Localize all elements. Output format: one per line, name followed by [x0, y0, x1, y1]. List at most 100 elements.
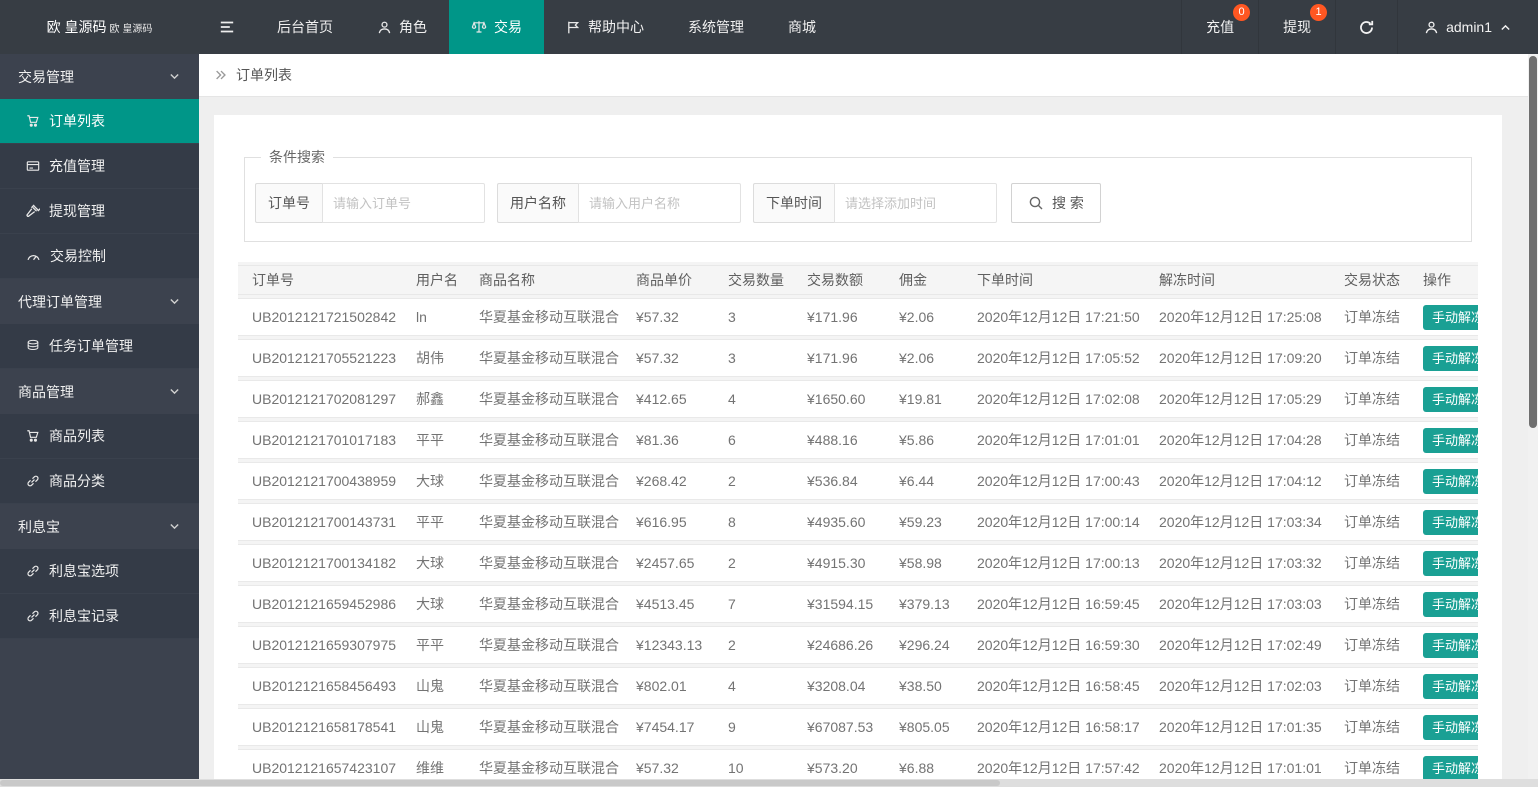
cell-qty: 6 [714, 421, 793, 459]
manual-unfreeze-button[interactable]: 手动解冻 [1423, 632, 1478, 658]
manual-unfreeze-button[interactable]: 手动解冻 [1423, 468, 1478, 494]
cell-action: 手动解冻 [1409, 421, 1478, 459]
manual-unfreeze-button[interactable]: 手动解冻 [1423, 427, 1478, 453]
hamburger-menu-button[interactable] [199, 0, 255, 54]
search-button-label: 搜 索 [1052, 195, 1084, 211]
table-row: UB2012121659307975 平平 华夏基金移动互联混合 ¥12343.13 2… [238, 626, 1478, 664]
search-input-0[interactable] [322, 183, 485, 223]
cell-status: 订单冻结 [1330, 585, 1409, 623]
horizontal-scrollbar-thumb[interactable] [0, 780, 1000, 786]
chevron-down-icon [168, 295, 181, 308]
cell-amount: ¥4935.60 [793, 503, 885, 541]
sidebar-item-12[interactable]: 利息宝记录 [0, 594, 199, 639]
search-input-2[interactable] [834, 183, 997, 223]
user-menu[interactable]: admin1 [1397, 0, 1538, 54]
vertical-scrollbar-thumb[interactable] [1529, 56, 1537, 428]
gauge-icon [26, 249, 41, 264]
manual-unfreeze-button[interactable]: 手动解冻 [1423, 386, 1478, 412]
column-header: 商品名称 [465, 265, 622, 295]
cell-commission: ¥379.13 [885, 585, 963, 623]
cell-unfreeze_time: 2020年12月12日 17:02:03 [1145, 667, 1330, 705]
vertical-scrollbar[interactable] [1528, 54, 1538, 779]
sidebar-group-5[interactable]: 代理订单管理 [0, 279, 199, 324]
search-button[interactable]: 搜 索 [1011, 183, 1101, 223]
cell-commission: ¥6.88 [885, 749, 963, 779]
refresh-button[interactable] [1335, 0, 1397, 54]
cell-order_no: UB2012121700143731 [238, 503, 402, 541]
sidebar-label: 利息宝选项 [49, 563, 119, 579]
manual-unfreeze-button[interactable]: 手动解冻 [1423, 755, 1478, 779]
sidebar-item-2[interactable]: 充值管理 [0, 144, 199, 189]
cell-commission: ¥5.86 [885, 421, 963, 459]
main-content-card: 条件搜索 订单号用户名称下单时间 搜 索 订单号用户名商品名称商品单价交易数量交… [214, 115, 1502, 779]
sidebar-item-3[interactable]: 提现管理 [0, 189, 199, 234]
recharge-button[interactable]: 充值 0 [1181, 0, 1258, 54]
cell-unit_price: ¥81.36 [622, 421, 714, 459]
cell-status: 订单冻结 [1330, 298, 1409, 336]
nav-item-mall[interactable]: 商城 [766, 0, 838, 54]
cell-user: 大球 [402, 585, 465, 623]
manual-unfreeze-button[interactable]: 手动解冻 [1423, 304, 1478, 330]
manual-unfreeze-button[interactable]: 手动解冻 [1423, 591, 1478, 617]
search-row: 订单号 用户名称 下单时间 搜 索 [255, 183, 1471, 223]
column-header: 交易状态 [1330, 265, 1409, 295]
sidebar-item-8[interactable]: 商品列表 [0, 414, 199, 459]
sidebar-label: 代理订单管理 [18, 293, 102, 310]
sidebar-label: 利息宝 [18, 518, 60, 535]
cell-qty: 2 [714, 626, 793, 664]
sidebar-item-11[interactable]: 利息宝选项 [0, 549, 199, 594]
cell-order_time: 2020年12月12日 17:00:13 [963, 544, 1145, 582]
refresh-icon [1358, 19, 1375, 36]
cell-qty: 2 [714, 544, 793, 582]
cell-order_time: 2020年12月12日 16:58:45 [963, 667, 1145, 705]
cart-icon [26, 114, 40, 128]
nav-item-trade[interactable]: 交易 [449, 0, 544, 54]
manual-unfreeze-button[interactable]: 手动解冻 [1423, 550, 1478, 576]
link-icon [26, 609, 40, 623]
cell-commission: ¥2.06 [885, 298, 963, 336]
table-row: UB2012121658178541 山鬼 华夏基金移动互联混合 ¥7454.17 9 ¥… [238, 708, 1478, 746]
topbar-actions: 充值 0 提现 1 admin1 [1181, 0, 1538, 54]
cell-order_time: 2020年12月12日 17:05:52 [963, 339, 1145, 377]
nav-item-label: 商城 [788, 19, 816, 35]
column-header: 用户名 [402, 265, 465, 295]
nav-item-role[interactable]: 角色 [355, 0, 449, 54]
table-row: UB2012121721502842 ln 华夏基金移动互联混合 ¥57.32 3 ¥17… [238, 298, 1478, 336]
manual-unfreeze-button[interactable]: 手动解冻 [1423, 673, 1478, 699]
chevron-down-icon [168, 385, 181, 398]
sidebar-item-9[interactable]: 商品分类 [0, 459, 199, 504]
withdraw-label: 提现 [1283, 19, 1312, 35]
manual-unfreeze-button[interactable]: 手动解冻 [1423, 509, 1478, 535]
manual-unfreeze-button[interactable]: 手动解冻 [1423, 345, 1478, 371]
sidebar-item-1[interactable]: 订单列表 [0, 99, 199, 144]
cell-user: 胡伟 [402, 339, 465, 377]
sidebar-group-10[interactable]: 利息宝 [0, 504, 199, 549]
nav-item-system[interactable]: 系统管理 [666, 0, 766, 54]
sidebar-group-0[interactable]: 交易管理 [0, 54, 199, 99]
cell-amount: ¥536.84 [793, 462, 885, 500]
nav-item-help[interactable]: 帮助中心 [544, 0, 666, 54]
cell-status: 订单冻结 [1330, 544, 1409, 582]
search-input-1[interactable] [578, 183, 741, 223]
withdraw-button[interactable]: 提现 1 [1258, 0, 1335, 54]
cell-amount: ¥171.96 [793, 339, 885, 377]
search-field-label: 订单号 [255, 183, 322, 223]
column-header: 操作 [1409, 265, 1478, 295]
horizontal-scrollbar[interactable] [0, 779, 1538, 787]
sidebar-item-4[interactable]: 交易控制 [0, 234, 199, 279]
cell-amount: ¥31594.15 [793, 585, 885, 623]
sidebar-label: 利息宝记录 [49, 608, 119, 624]
nav-item-dashboard[interactable]: 后台首页 [255, 0, 355, 54]
cell-user: 平平 [402, 626, 465, 664]
cell-unfreeze_time: 2020年12月12日 17:04:12 [1145, 462, 1330, 500]
cell-unfreeze_time: 2020年12月12日 17:04:28 [1145, 421, 1330, 459]
username: admin1 [1446, 19, 1492, 35]
cell-order_time: 2020年12月12日 16:59:45 [963, 585, 1145, 623]
table-row: UB2012121702081297 郝鑫 华夏基金移动互联混合 ¥412.65 4 ¥1… [238, 380, 1478, 418]
sidebar-group-7[interactable]: 商品管理 [0, 369, 199, 414]
search-icon [1028, 195, 1044, 211]
cell-amount: ¥573.20 [793, 749, 885, 779]
manual-unfreeze-button[interactable]: 手动解冻 [1423, 714, 1478, 740]
nav-item-label: 后台首页 [277, 19, 333, 35]
sidebar-item-6[interactable]: 任务订单管理 [0, 324, 199, 369]
